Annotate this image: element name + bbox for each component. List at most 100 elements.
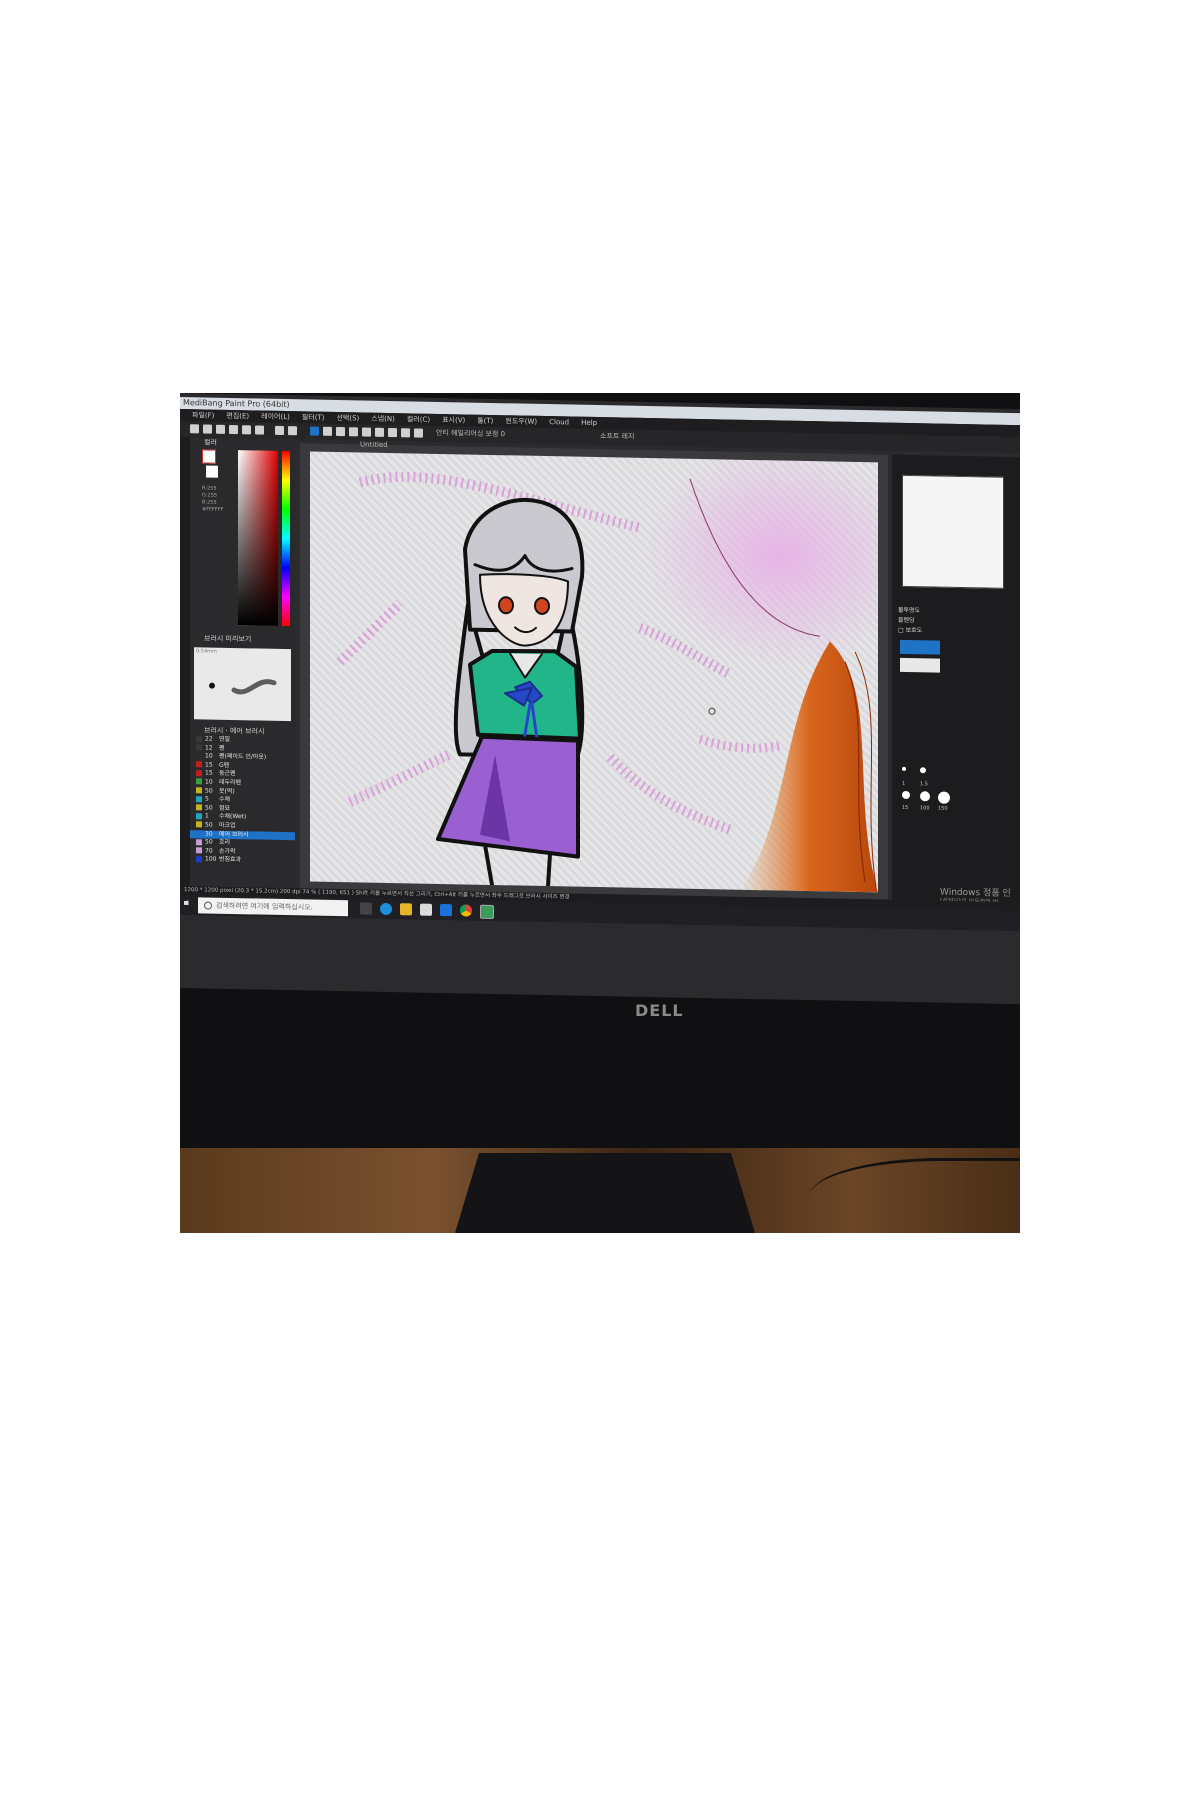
brush-color-swatch [196,847,202,854]
right-panel: 불투명도 블렌딩 □ 보호도 1 1.5 15 100 150 [892,454,1020,903]
navigator-thumbnail[interactable] [902,474,1004,589]
perspective-snap-icon[interactable] [349,427,358,437]
menu-item[interactable]: Help [581,419,597,427]
brush-size-value: 15 [205,769,213,778]
tool-strip[interactable] [180,437,190,888]
undo-icon[interactable] [275,425,284,435]
new-icon[interactable] [190,424,199,434]
brush-size-label: 0.54mm [196,648,217,655]
cloud-save-icon[interactable] [229,424,238,435]
brush-color-swatch [196,770,202,777]
snap-off-icon[interactable] [310,426,319,436]
brush-item[interactable]: 100 번짐효과 [190,856,295,867]
brush-size-value: 22 [205,735,213,743]
color-panel-title: 컬러 [204,438,217,447]
brush-size-dot[interactable] [938,791,950,804]
circle-snap-icon[interactable] [375,427,384,437]
windows-start-icon[interactable] [184,900,194,910]
brush-color-swatch [196,761,202,768]
brush-color-swatch [196,744,202,751]
brush-label: 에어 브러시 [219,830,249,838]
saturation-value-picker[interactable] [238,450,278,626]
taskbar-search-input[interactable]: 검색하려면 여기에 입력하십시오. [198,897,348,917]
background-color[interactable] [206,465,218,478]
brush-size-dot[interactable] [920,791,930,802]
monitor-bezel: DELL MediBang Paint Pro (64bit) 파일(F) 편집(… [180,393,1020,1148]
export-icon[interactable] [242,425,251,435]
rgb-g: G:255 [202,492,218,499]
symmetry-icon[interactable] [401,428,410,438]
brush-label: 흐리 [219,838,231,847]
menu-item[interactable]: 선택(S) [336,414,359,422]
cursor [708,707,716,715]
brush-color-swatch [196,787,202,794]
save-icon[interactable] [216,424,225,434]
task-view-icon[interactable] [360,902,372,915]
redo-icon[interactable] [288,426,297,436]
brush-color-swatch [196,735,202,742]
grid-snap-icon[interactable] [336,426,345,437]
brush-size-label: 1.5 [920,781,928,788]
brush-size-value: 5 [205,795,209,803]
brush-preview-area: 0.54mm [194,647,291,722]
rgb-b: B:255 [202,499,217,506]
document-title: Untitled [360,440,388,449]
character [436,497,585,889]
store-icon[interactable] [420,903,432,916]
brush-size-value: 10 [205,778,213,786]
medibang-taskbar-icon[interactable] [480,904,494,920]
search-icon [204,901,212,910]
menu-item[interactable]: Cloud [549,418,569,426]
menu-item[interactable]: 표시(V) [442,416,465,424]
document-tab[interactable]: [cloud] 벚꽃 축제의 회장 ✕ [620,461,704,473]
hue-slider[interactable] [282,450,290,627]
layer-row-selected[interactable] [900,639,940,655]
parallel-snap-icon[interactable] [323,426,332,436]
brush-label: 점묘 [219,804,231,812]
screen: MediBang Paint Pro (64bit) 파일(F) 편집(E) 레이어… [180,393,1020,1005]
brush-size-label: 1 [902,780,906,787]
brush-size-dot[interactable] [920,767,926,774]
soft-mode[interactable]: 소프트 레지 [600,431,634,442]
mail-icon[interactable] [440,903,452,917]
menu-item[interactable]: 필터(T) [302,413,325,421]
edge-icon[interactable] [380,902,392,916]
brush-size-value: 50 [205,787,213,795]
protect-label[interactable]: □ 보호도 [898,625,922,634]
brush-size-value: 30 [205,830,213,838]
menu-item[interactable]: 컬러(C) [407,415,430,423]
menu-item[interactable]: 툴(T) [477,417,493,425]
brush-size-value: 50 [205,821,213,829]
brush-size-value: 12 [205,744,213,752]
menu-item[interactable]: 파일(F) [192,411,214,419]
curve-snap-icon[interactable] [388,427,397,438]
foreground-color[interactable] [202,449,216,464]
brush-size-dot[interactable] [902,790,910,800]
brush-label: 펜 [219,744,225,752]
brush-color-swatch [196,813,202,820]
brush-label: 번짐효과 [219,856,242,864]
antialias-correction[interactable]: 안티 에일리어싱 보정 0 [436,428,505,439]
brush-size-dot[interactable] [902,766,906,771]
open-icon[interactable] [203,424,212,434]
file-explorer-icon[interactable] [400,903,412,916]
menu-item[interactable]: 레이어(L) [261,413,290,422]
brush-label: 붓(먹) [219,787,235,795]
drawing-canvas[interactable] [310,451,878,893]
snap-settings-icon[interactable] [414,428,423,438]
menu-item[interactable]: 스냅(N) [371,415,395,423]
layer-row[interactable] [900,657,940,673]
brush-color-swatch [196,752,202,760]
canvas-area[interactable] [300,443,888,900]
brush-label: 테두리펜 [219,778,242,787]
rgb-hex: #FFFFFF [202,506,224,513]
grid-icon[interactable] [255,425,264,435]
brush-label: 손가락 [219,847,236,855]
chrome-icon[interactable] [460,904,472,917]
menu-item[interactable]: 편집(E) [226,412,249,420]
menu-item[interactable]: 윈도우(W) [505,417,537,426]
brush-size-label: 150 [938,805,948,812]
radial-snap-icon[interactable] [362,427,371,437]
brush-label: G펜 [219,761,230,769]
brush-size-value: 100 [205,855,217,864]
